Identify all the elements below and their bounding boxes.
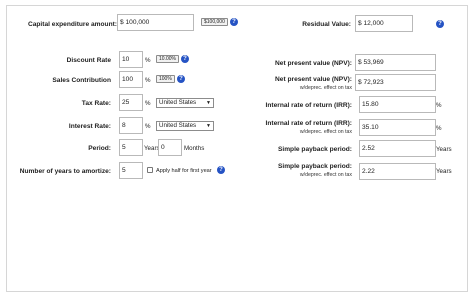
npv-deprec-label: Net present value (NPV):: [275, 76, 352, 83]
capex-label: Capital expenditure amount:: [27, 21, 117, 28]
period-years-input[interactable]: 5: [119, 139, 143, 156]
discount-rate-chip: 10.00%: [156, 55, 179, 63]
period-months-unit: Months: [184, 145, 205, 152]
tax-rate-input[interactable]: 25: [119, 94, 143, 111]
half-first-year-label: Apply half for first year: [156, 168, 212, 174]
tax-rate-label: Tax Rate:: [81, 100, 111, 107]
tax-rate-unit: %: [145, 100, 151, 107]
discount-rate-label: Discount Rate: [66, 57, 111, 64]
payback-deprec-unit: Years: [436, 168, 452, 175]
tax-rate-country-select[interactable]: United States ▼: [156, 98, 214, 108]
chevron-down-icon: ▼: [206, 123, 211, 129]
discount-rate-unit: %: [145, 57, 151, 64]
capex-help-icon[interactable]: ?: [230, 18, 238, 26]
payback-deprec-label: Simple payback period:: [277, 163, 352, 170]
payback-label: Simple payback period:: [277, 146, 352, 153]
sales-contribution-label: Sales Contribution: [52, 77, 111, 84]
amortize-years-input[interactable]: 5: [119, 162, 143, 179]
discount-rate-help-icon[interactable]: ?: [181, 55, 189, 63]
residual-value-input[interactable]: $ 12,000: [355, 15, 413, 32]
irr-deprec-label: Internal rate of return (IRR):: [265, 120, 352, 127]
payback-deprec-sublabel: w/deprec. effect on tax: [299, 172, 352, 178]
irr-deprec-output: 35.10: [359, 119, 436, 136]
npv-output: $ 53,969: [355, 54, 436, 71]
capex-chip: $100,000: [201, 18, 228, 26]
sales-contribution-unit: %: [145, 77, 151, 84]
npv-label: Net present value (NPV):: [275, 60, 352, 67]
discount-rate-input[interactable]: 10: [119, 51, 143, 68]
half-first-year-checkbox[interactable]: [147, 167, 153, 173]
irr-label: Internal rate of return (IRR):: [265, 102, 352, 109]
amortize-help-icon[interactable]: ?: [217, 166, 225, 174]
capex-input[interactable]: $ 100,000: [117, 14, 194, 31]
chevron-down-icon: ▼: [206, 100, 211, 106]
npv-deprec-sublabel: w/deprec. effect on tax: [299, 85, 352, 91]
period-label: Period:: [88, 145, 111, 152]
residual-value-label: Residual Value:: [302, 21, 351, 28]
npv-deprec-output: $ 72,923: [355, 74, 436, 91]
interest-rate-country-select[interactable]: United States ▼: [156, 121, 214, 131]
amortize-years-label: Number of years to amortize:: [19, 168, 111, 175]
irr-output: 15.80: [359, 96, 436, 113]
interest-rate-label: Interest Rate:: [68, 123, 111, 130]
irr-unit: %: [436, 102, 442, 109]
period-months-input[interactable]: 0: [158, 139, 182, 156]
irr-deprec-sublabel: w/deprec. effect on tax: [299, 129, 352, 135]
calculator-panel: Capital expenditure amount: $ 100,000 $1…: [6, 5, 468, 292]
sales-contribution-help-icon[interactable]: ?: [177, 75, 185, 83]
payback-deprec-output: 2.22: [359, 163, 436, 180]
sales-contribution-input[interactable]: 100: [119, 71, 143, 88]
payback-output: 2.52: [359, 140, 436, 157]
irr-deprec-unit: %: [436, 125, 442, 132]
sales-contribution-chip: 100%: [156, 75, 175, 83]
interest-rate-input[interactable]: 8: [119, 117, 143, 134]
payback-unit: Years: [436, 146, 452, 153]
interest-rate-unit: %: [145, 123, 151, 130]
residual-value-help-icon[interactable]: ?: [436, 20, 444, 28]
